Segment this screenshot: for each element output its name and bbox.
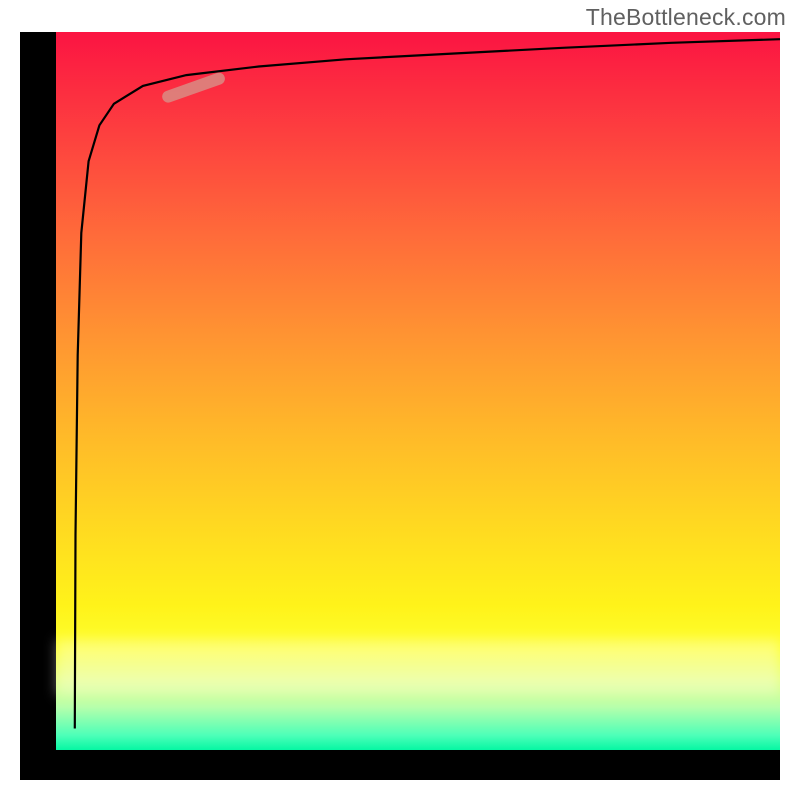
curve-layer [56, 32, 780, 750]
bottleneck-curve [75, 39, 780, 728]
highlight-marker [168, 79, 219, 97]
attribution-text: TheBottleneck.com [586, 4, 786, 31]
chart-stage: TheBottleneck.com [0, 0, 800, 800]
